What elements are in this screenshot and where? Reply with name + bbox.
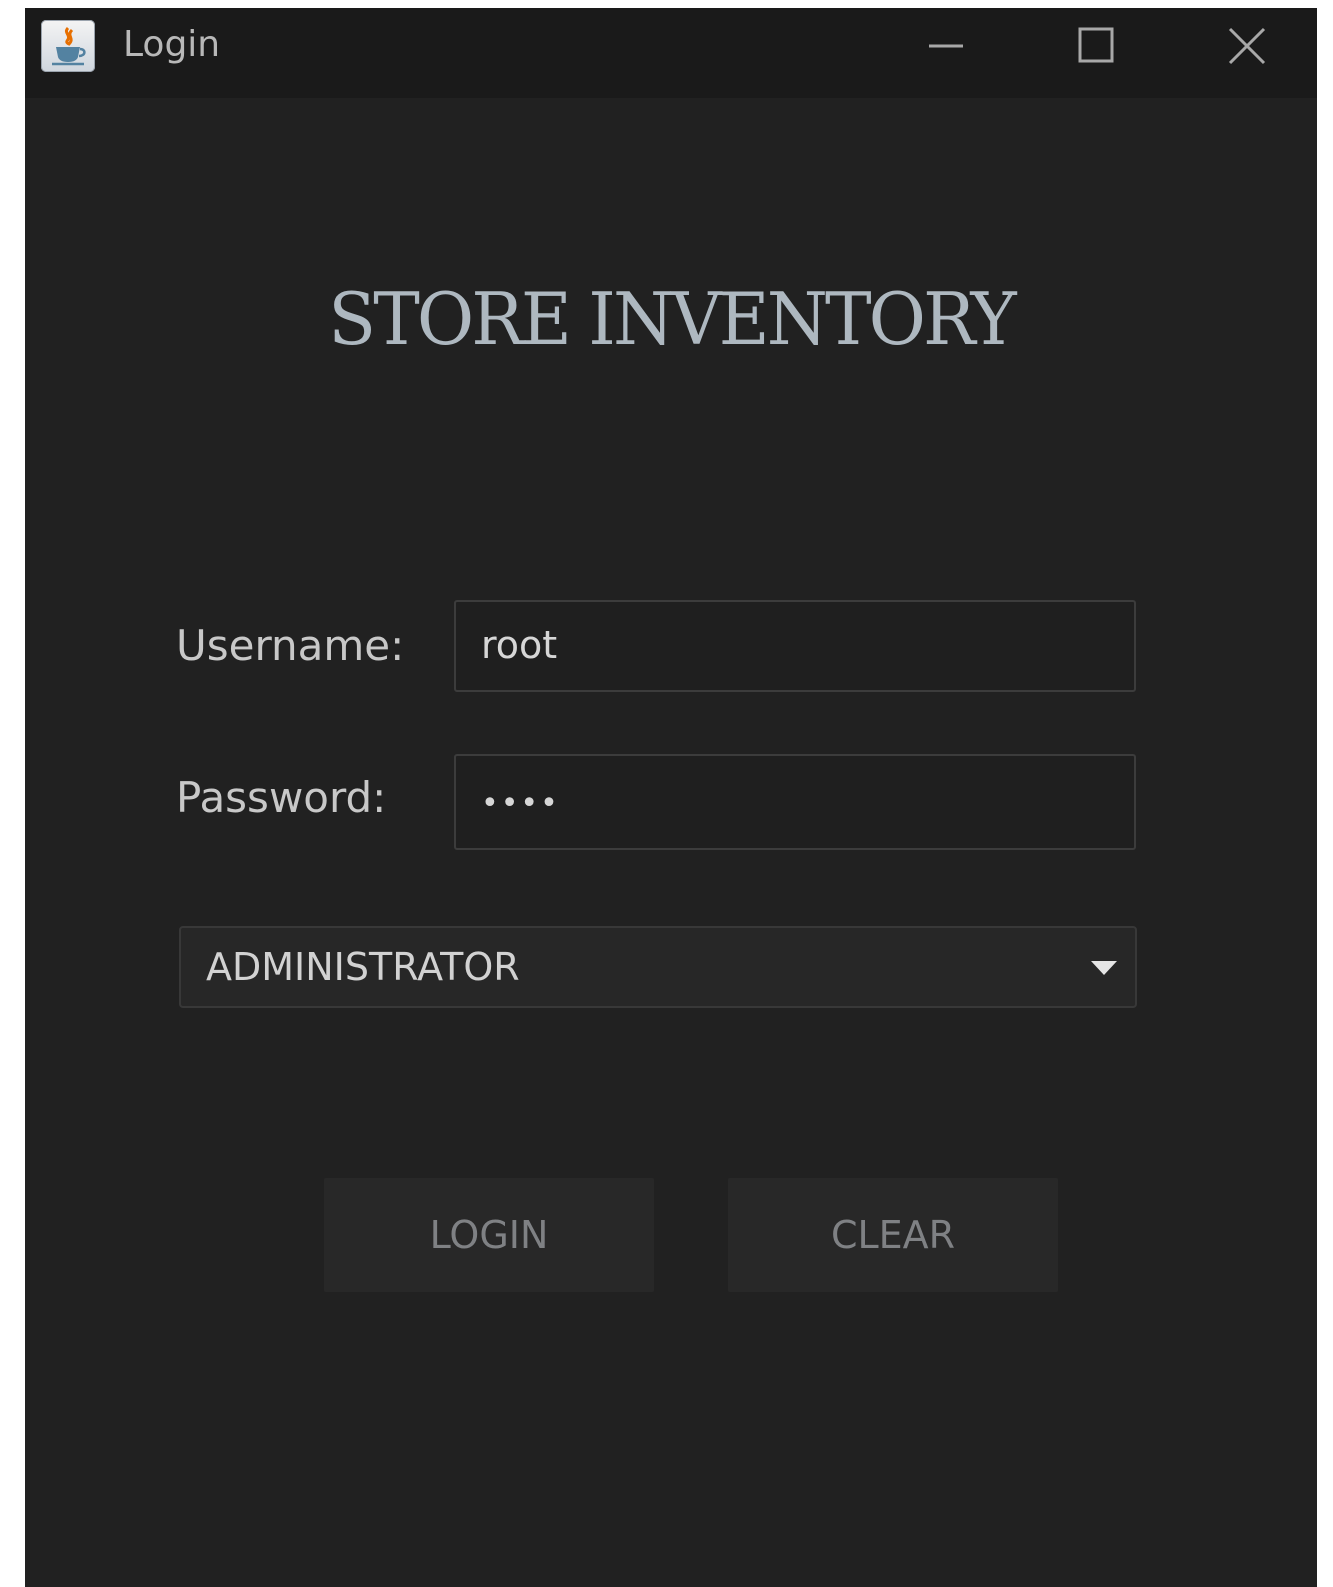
java-cup-icon bbox=[41, 20, 95, 72]
clear-button[interactable]: CLEAR bbox=[728, 1178, 1058, 1292]
username-label: Username: bbox=[176, 621, 405, 670]
maximize-icon bbox=[1078, 27, 1114, 63]
login-window: Login STORE INVENTORY Username: root Pas… bbox=[25, 8, 1317, 1587]
page-title: STORE INVENTORY bbox=[328, 277, 1016, 361]
role-select[interactable]: ADMINISTRATOR bbox=[179, 926, 1137, 1008]
minimize-icon bbox=[929, 44, 963, 48]
username-field[interactable]: root bbox=[454, 600, 1136, 692]
password-field[interactable]: •••• bbox=[454, 754, 1136, 850]
window-title: Login bbox=[123, 24, 221, 65]
title-bar[interactable]: Login bbox=[25, 8, 1317, 98]
password-label: Password: bbox=[176, 773, 387, 822]
minimize-button[interactable] bbox=[886, 8, 1006, 84]
role-selected-value: ADMINISTRATOR bbox=[206, 945, 520, 989]
username-value: root bbox=[481, 623, 558, 667]
login-button[interactable]: LOGIN bbox=[324, 1178, 654, 1292]
close-icon bbox=[1228, 27, 1266, 65]
close-button[interactable] bbox=[1186, 8, 1306, 84]
chevron-down-icon[interactable] bbox=[1089, 958, 1119, 978]
maximize-button[interactable] bbox=[1036, 8, 1156, 84]
password-masked-value: •••• bbox=[481, 786, 560, 821]
